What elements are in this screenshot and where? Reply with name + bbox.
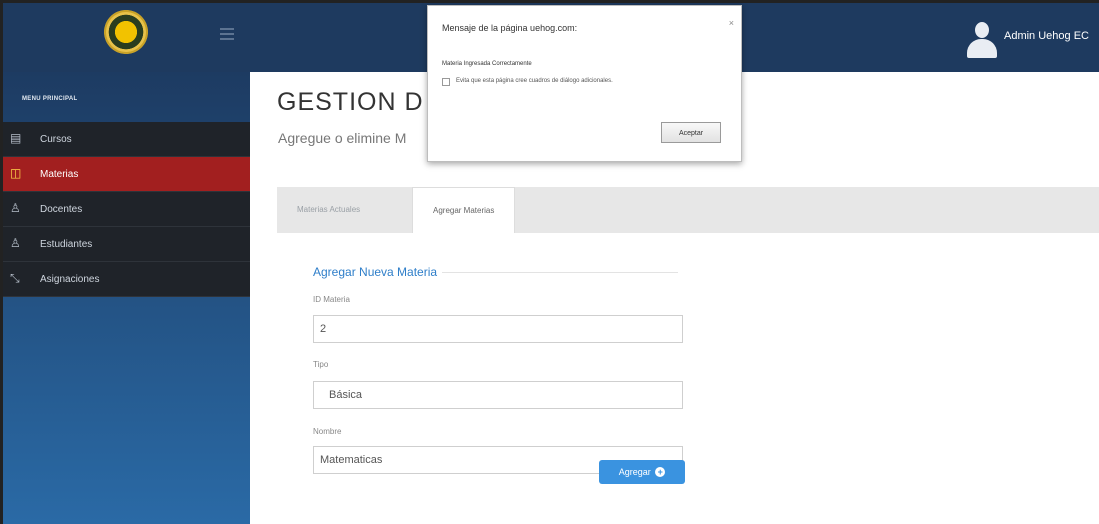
screenshot-border — [0, 0, 1099, 524]
